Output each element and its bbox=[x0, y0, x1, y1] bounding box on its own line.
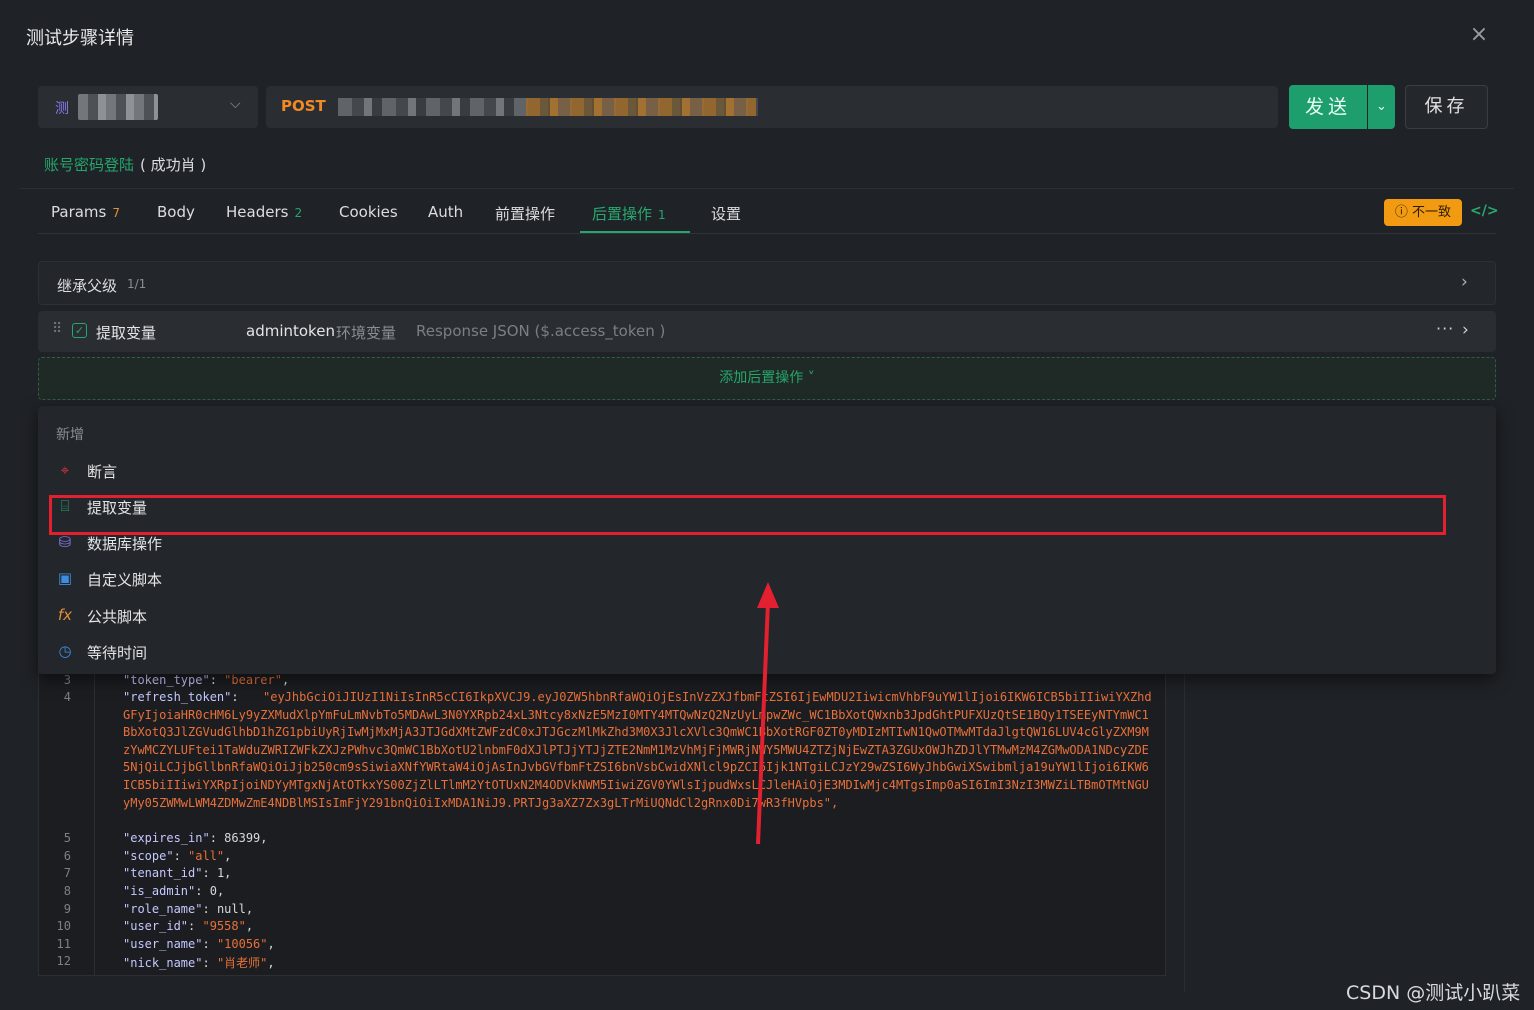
url-input[interactable]: POST bbox=[266, 86, 1278, 128]
code-line: "user_id": "9558", bbox=[123, 919, 254, 933]
code-line: "user_name": "10056", bbox=[123, 937, 275, 951]
environment-select[interactable]: 测 ⌵ bbox=[38, 86, 258, 128]
refresh-token-value: "eyJhbGciOiJIUzI1NiIsInR5cCI6IkpXVCJ9.ey… bbox=[123, 690, 1152, 810]
case-tag: ( 成功肖 ) bbox=[140, 156, 207, 174]
save-button[interactable]: 保存 bbox=[1405, 85, 1488, 129]
chevron-right-icon: › bbox=[1461, 272, 1468, 292]
panel-divider bbox=[1184, 672, 1185, 992]
dialog-title: 测试步骤详情 bbox=[26, 28, 134, 49]
http-method[interactable]: POST bbox=[281, 97, 326, 115]
watermark: CSDN @测试小趴菜 bbox=[1346, 982, 1521, 1004]
code-line: "scope": "all", bbox=[123, 849, 232, 863]
blurred-url-params bbox=[526, 98, 756, 116]
line-number: 4 bbox=[63, 690, 71, 704]
tab-pre-operations[interactable]: 前置操作 bbox=[495, 203, 555, 224]
code-line: "tenant_id": 1, bbox=[123, 866, 232, 880]
tab-headers[interactable]: Headers 2 bbox=[226, 203, 302, 221]
response-code-view: 3 "token_type": "bearer", 4 "refresh_tok… bbox=[38, 672, 1166, 976]
env-badge: 测 bbox=[55, 101, 69, 117]
annotation-arrow-icon bbox=[756, 582, 779, 845]
line-number: 7 bbox=[63, 866, 71, 880]
divider bbox=[20, 188, 1514, 189]
drag-handle-icon[interactable]: ⠿ bbox=[52, 321, 62, 337]
inconsistent-badge[interactable]: ⓘ 不一致 bbox=[1384, 199, 1462, 226]
assert-icon: ⌖ bbox=[60, 461, 70, 479]
tab-cookies[interactable]: Cookies bbox=[339, 203, 398, 221]
inherit-count: 1/1 bbox=[127, 277, 147, 291]
database-icon: ⛁ bbox=[58, 533, 72, 551]
extract-name: 提取变量 bbox=[96, 324, 157, 342]
line-number: 6 bbox=[63, 849, 71, 863]
line-number: 5 bbox=[63, 831, 71, 845]
code-icon[interactable]: </> bbox=[1470, 203, 1499, 219]
tabs-divider bbox=[38, 233, 1496, 234]
script-icon: ▣ bbox=[57, 569, 73, 587]
menu-item-label: 公共脚本 bbox=[87, 608, 148, 626]
line-number: 12 bbox=[56, 954, 71, 968]
tab-auth[interactable]: Auth bbox=[428, 203, 463, 221]
blurred-env-name bbox=[78, 94, 158, 120]
inherit-parent-row[interactable]: 继承父级 1/1 › bbox=[38, 261, 1496, 305]
line-number: 9 bbox=[63, 902, 71, 916]
case-link[interactable]: 账号密码登陆 bbox=[44, 154, 134, 175]
menu-item-label: 断言 bbox=[87, 463, 118, 481]
extract-variable-row[interactable]: ⠿ ✓ 提取变量 admintoken 环境变量 Response JSON (… bbox=[38, 311, 1496, 352]
code-line: "role_name": null, bbox=[123, 902, 254, 916]
tab-params[interactable]: Params 7 bbox=[51, 203, 120, 221]
chevron-down-icon: ⌵ bbox=[230, 96, 241, 112]
active-tab-indicator bbox=[580, 231, 690, 233]
clock-icon: ◷ bbox=[58, 642, 72, 660]
menu-header: 新增 bbox=[56, 427, 84, 443]
add-post-operation-button[interactable]: 添加后置操作 ˅ bbox=[38, 357, 1496, 400]
menu-item-label: 等待时间 bbox=[87, 644, 148, 662]
tab-post-operations[interactable]: 后置操作 1 bbox=[592, 203, 666, 224]
chevron-right-icon[interactable]: › bbox=[1462, 320, 1469, 340]
extract-variable: admintoken bbox=[246, 322, 335, 340]
fx-icon: fx bbox=[57, 606, 73, 624]
send-options-chevron-icon[interactable]: ⌄ bbox=[1368, 85, 1395, 129]
enabled-checkbox[interactable]: ✓ bbox=[72, 323, 87, 338]
highlight-box bbox=[49, 495, 1446, 535]
line-number: 8 bbox=[63, 884, 71, 898]
tab-settings[interactable]: 设置 bbox=[711, 203, 741, 224]
line-number: 10 bbox=[56, 919, 71, 933]
send-button[interactable]: 发送 bbox=[1289, 85, 1367, 129]
extract-scope: 环境变量 bbox=[336, 324, 397, 342]
extract-source: Response JSON ($.access_token ) bbox=[416, 322, 666, 340]
menu-item-label: 自定义脚本 bbox=[87, 571, 163, 589]
line-number: 3 bbox=[63, 673, 71, 687]
inherit-label: 继承父级 bbox=[57, 277, 118, 295]
menu-item-assert[interactable]: ⌖ 断言 bbox=[38, 453, 1496, 489]
tab-body[interactable]: Body bbox=[157, 203, 195, 221]
code-line: "is_admin": 0, bbox=[123, 884, 225, 898]
line-number: 11 bbox=[56, 937, 71, 951]
close-icon[interactable]: × bbox=[1468, 24, 1490, 46]
more-icon[interactable]: ··· bbox=[1436, 319, 1454, 338]
code-line: "expires_in": 86399, bbox=[123, 831, 268, 845]
menu-item-label: 数据库操作 bbox=[87, 535, 163, 553]
code-line: "token_type": "bearer", bbox=[123, 673, 290, 687]
code-line: "nick_name": "肖老师", bbox=[123, 956, 275, 970]
